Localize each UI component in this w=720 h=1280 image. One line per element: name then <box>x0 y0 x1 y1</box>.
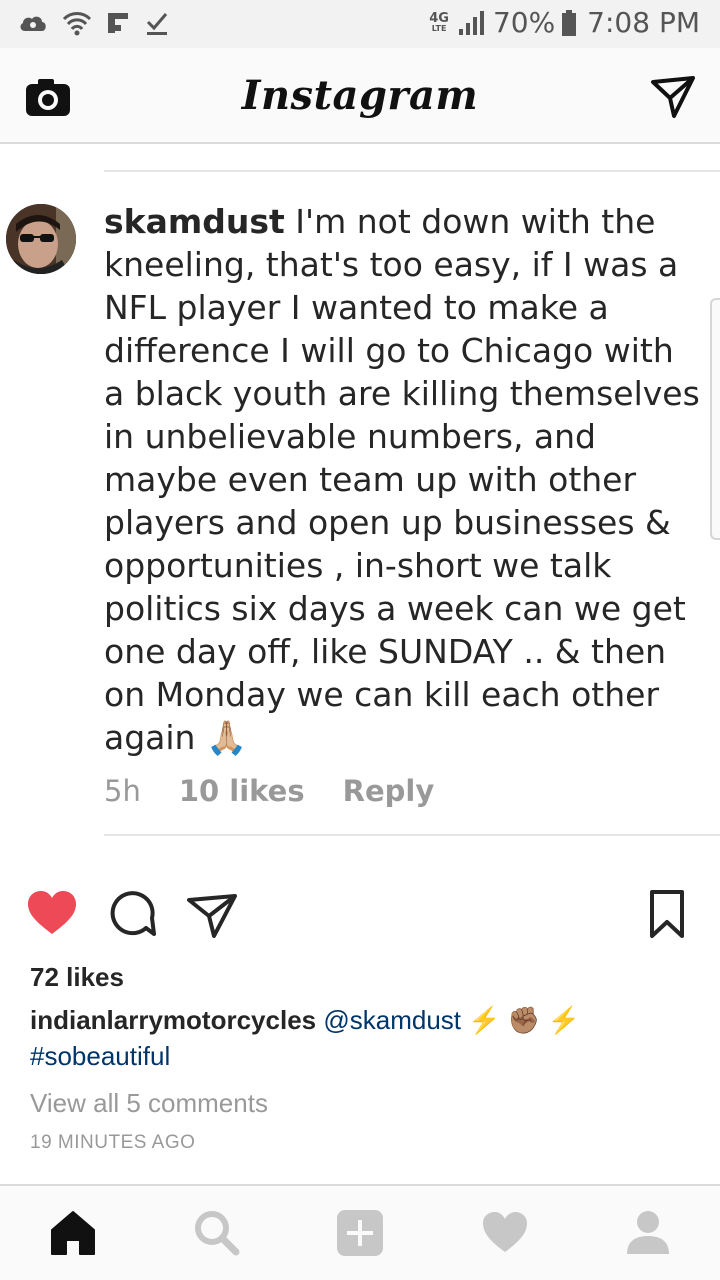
comment-divider-top <box>104 170 720 172</box>
direct-message-icon[interactable] <box>650 74 696 120</box>
app-header: Instagram <box>0 48 720 144</box>
profile-icon[interactable] <box>623 1208 673 1258</box>
share-icon[interactable] <box>186 888 238 940</box>
flipboard-icon <box>108 13 128 33</box>
post-caption: indianlarrymotorcycles @skamdust ⚡ ✊🏽 ⚡ … <box>30 1002 690 1074</box>
search-icon[interactable] <box>192 1208 242 1258</box>
download-done-icon <box>146 13 168 35</box>
comment-icon[interactable] <box>106 888 158 940</box>
post-actions <box>0 880 720 950</box>
comment-time: 5h <box>104 774 141 808</box>
battery-icon <box>562 9 577 36</box>
caption-mention[interactable]: @skamdust <box>323 1005 461 1035</box>
caption-emoji: ⚡ ✊🏽 ⚡ <box>468 1005 580 1035</box>
heart-icon[interactable] <box>26 888 78 940</box>
scroll-handle[interactable] <box>710 298 720 540</box>
comment-divider-bottom <box>104 834 720 836</box>
bottom-nav <box>0 1184 720 1280</box>
caption-username[interactable]: indianlarrymotorcycles <box>30 1005 316 1035</box>
instagram-logo: Instagram <box>241 72 479 119</box>
status-icons-right: 4G LTE 70% 7:08 PM <box>429 6 700 39</box>
activity-heart-icon[interactable] <box>480 1208 530 1258</box>
post-timestamp: 19 MINUTES AGO <box>30 1132 196 1153</box>
comment-body: skamdust I'm not down with the kneeling,… <box>104 200 704 759</box>
comment-likes[interactable]: 10 likes <box>179 774 305 808</box>
comment-username[interactable]: skamdust <box>104 202 285 241</box>
reply-button[interactable]: Reply <box>343 774 435 808</box>
bookmark-icon[interactable] <box>642 888 694 940</box>
post-likes[interactable]: 72 likes <box>30 962 124 993</box>
comment-text: I'm not down with the kneeling, that's t… <box>104 202 700 757</box>
comment-emoji: 🙏🏼 <box>205 718 248 757</box>
battery-percent: 70% <box>492 6 556 39</box>
caption-hashtag[interactable]: #sobeautiful <box>30 1041 170 1071</box>
network-indicator: 4G LTE <box>429 10 449 33</box>
clock: 7:08 PM <box>587 6 700 39</box>
comment-meta: 5h 10 likes Reply <box>104 774 434 808</box>
home-icon[interactable] <box>48 1208 98 1258</box>
status-bar: 4G LTE 70% 7:08 PM <box>0 0 720 48</box>
add-post-icon[interactable] <box>335 1208 385 1258</box>
avatar[interactable] <box>6 204 76 274</box>
cloud-icon <box>20 16 46 31</box>
avatar-photo <box>6 204 76 274</box>
wifi-icon <box>62 12 92 36</box>
network-type: 4G <box>429 10 449 26</box>
view-all-comments-link[interactable]: View all 5 comments <box>30 1088 268 1119</box>
network-sub: LTE <box>431 23 447 33</box>
status-icons-left <box>18 10 170 36</box>
signal-icon <box>458 10 484 35</box>
